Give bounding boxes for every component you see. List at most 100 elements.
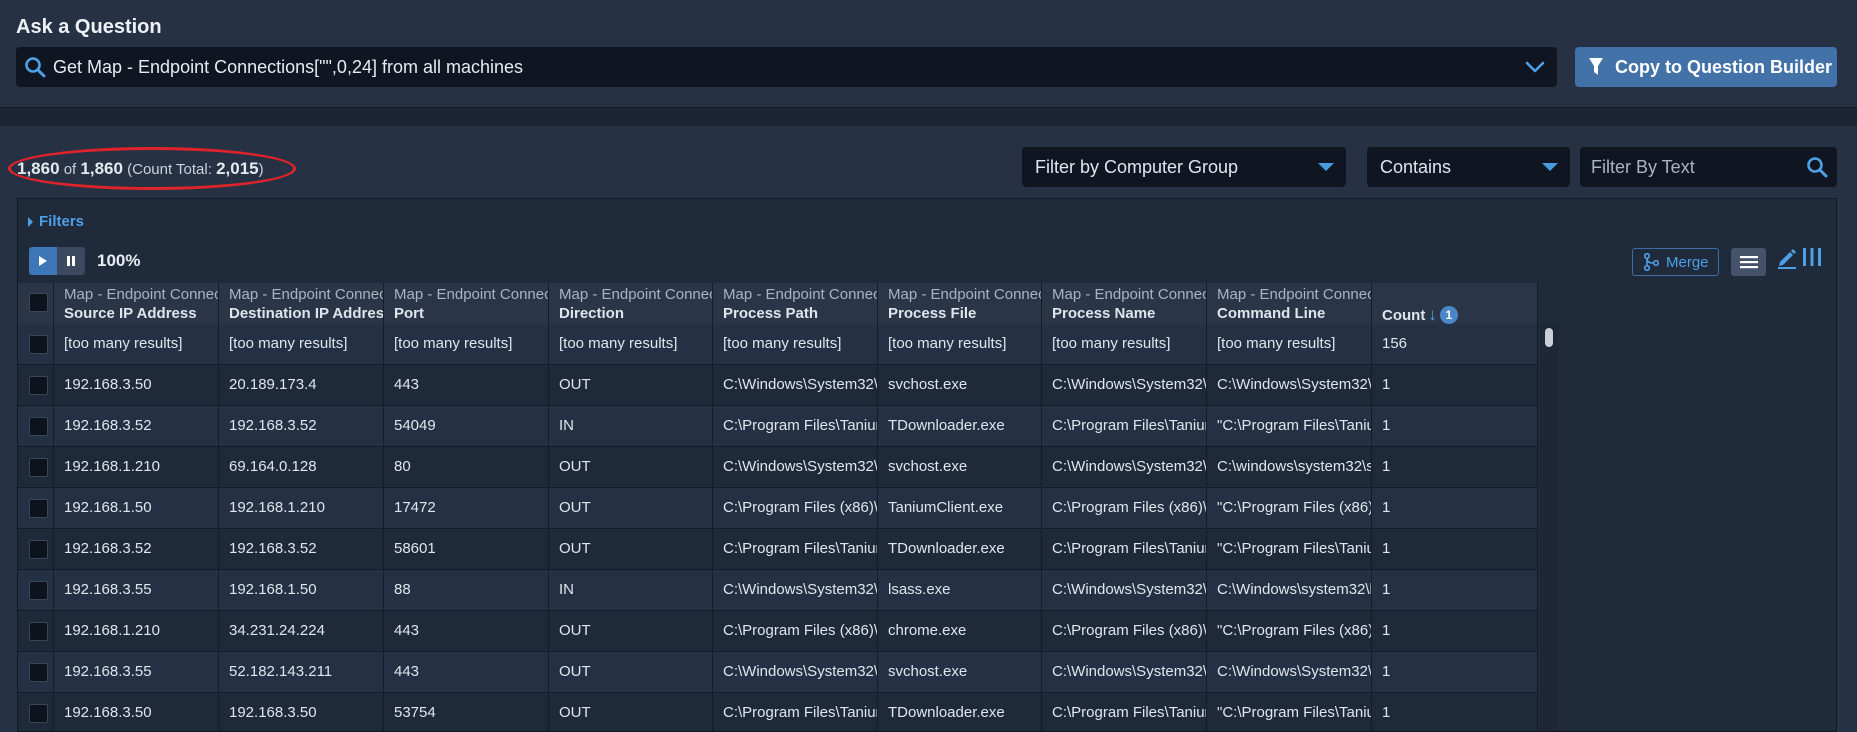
table-cell: 192.168.3.52 [54, 529, 219, 569]
table-cell: 192.168.3.50 [54, 693, 219, 731]
table-cell: TDownloader.exe [878, 406, 1042, 446]
table-cell: OUT [549, 488, 713, 528]
row-checkbox[interactable] [29, 417, 48, 436]
table-row[interactable]: 192.168.3.52 192.168.3.52 54049 IN C:\Progra… [18, 406, 1538, 447]
table-row[interactable]: 192.168.1.210 34.231.24.224 443 OUT C:\Progr… [18, 611, 1538, 652]
table-cell: chrome.exe [878, 611, 1042, 651]
column-header[interactable]: Map - Endpoint Connec... Direction [549, 283, 713, 324]
table-cell: "C:\Program Files\Tanium\Tanium [1207, 406, 1372, 446]
play-button[interactable] [29, 247, 57, 275]
cell-value: C:\Windows\System32\ [723, 458, 878, 475]
table-cell: OUT [549, 447, 713, 487]
column-label: Destination IP Address [229, 305, 384, 322]
column-header[interactable]: Map - Endpoint Connec... Process Path [713, 283, 878, 324]
column-header[interactable]: Map - Endpoint Connec... Port [384, 283, 549, 324]
table-row[interactable]: 192.168.1.210 69.164.0.128 80 OUT C:\Windows… [18, 447, 1538, 488]
table-cell: C:\windows\system32\svchost.exe [1207, 447, 1372, 487]
table-cell: TDownloader.exe [878, 529, 1042, 569]
cell-value: 156 [1382, 335, 1408, 352]
column-header[interactable]: Map - Endpoint Connec... Command Line [1207, 283, 1372, 324]
pause-button[interactable] [57, 247, 85, 275]
edit-icon[interactable] [1776, 247, 1798, 269]
select-all-checkbox[interactable] [29, 293, 48, 312]
column-header[interactable]: Map - Endpoint Connec... Process File [878, 283, 1042, 324]
column-sensor: Map - Endpoint Connec... [559, 286, 713, 303]
table-cell: C:\Windows\System32\svchost.exe [1042, 365, 1207, 405]
search-icon[interactable] [1806, 156, 1828, 178]
table-cell: [too many results] [384, 324, 549, 364]
results-grid: Filters 100% Merge Map - Endpoint Connec… [17, 198, 1837, 732]
filter-by-text-input[interactable]: Filter By Text [1580, 147, 1837, 187]
table-cell: 54049 [384, 406, 549, 446]
row-checkbox[interactable] [29, 663, 48, 682]
columns-icon[interactable] [1802, 247, 1822, 267]
table-cell: OUT [549, 693, 713, 731]
cell-value: 1 [1382, 499, 1391, 516]
row-checkbox[interactable] [29, 704, 48, 723]
table-row[interactable]: 192.168.1.50 192.168.1.210 17472 OUT C:\Prog… [18, 488, 1538, 529]
vertical-scrollbar[interactable] [1540, 324, 1558, 731]
table-cell: 80 [384, 447, 549, 487]
table-cell: 1 [1372, 652, 1538, 692]
row-checkbox[interactable] [29, 499, 48, 518]
table-cell: TDownloader.exe [878, 693, 1042, 731]
table-cell: [too many results] [54, 324, 219, 364]
table-cell: 1 [1372, 611, 1538, 651]
table-cell: C:\Windows\system32\lsass.exe [1207, 570, 1372, 610]
row-checkbox[interactable] [29, 376, 48, 395]
table-cell: C:\Windows\System32\ [713, 652, 878, 692]
cell-value: C:\Windows\System32\svchost.exe [1052, 376, 1207, 393]
question-input[interactable]: Get Map - Endpoint Connections["",0,24] … [16, 47, 1557, 87]
cell-value: OUT [559, 622, 591, 639]
computer-group-dropdown[interactable]: Filter by Computer Group [1022, 147, 1346, 187]
merge-button[interactable]: Merge [1632, 248, 1719, 276]
row-checkbox[interactable] [29, 458, 48, 477]
column-sensor: Map - Endpoint Connec... [723, 286, 878, 303]
cell-value: "C:\Program Files (x86)\Tanium [1217, 499, 1371, 516]
cell-value: 88 [394, 581, 411, 598]
column-header[interactable]: Map - Endpoint Connec... Source IP Addre… [54, 283, 219, 324]
row-select-cell [18, 365, 54, 405]
scrollbar-thumb[interactable] [1545, 328, 1553, 347]
table-cell: [too many results] [219, 324, 384, 364]
row-select-cell [18, 570, 54, 610]
copy-to-question-builder-button[interactable]: Copy to Question Builder [1575, 47, 1837, 87]
cell-value: IN [559, 417, 574, 434]
table-row[interactable]: 192.168.3.52 192.168.3.52 58601 OUT C:\Progr… [18, 529, 1538, 570]
table-row[interactable]: 192.168.3.50 20.189.173.4 443 OUT C:\Windows… [18, 365, 1538, 406]
row-checkbox[interactable] [29, 335, 48, 354]
row-checkbox[interactable] [29, 540, 48, 559]
row-checkbox[interactable] [29, 581, 48, 600]
table-row[interactable]: 192.168.3.55 192.168.1.50 88 IN C:\Windows\S… [18, 570, 1538, 611]
table-cell: [too many results] [878, 324, 1042, 364]
table-cell: 53754 [384, 693, 549, 731]
cell-value: [too many results] [394, 335, 513, 352]
table-cell: C:\Program Files\Tanium\Tanium [1042, 406, 1207, 446]
table-cell: [too many results] [549, 324, 713, 364]
table-cell: "C:\Program Files\Tanium\Tanium [1207, 693, 1372, 731]
row-select-cell [18, 529, 54, 569]
column-header[interactable]: Map - Endpoint Connec... Process Name [1042, 283, 1207, 324]
table-cell: 192.168.1.50 [54, 488, 219, 528]
column-header[interactable]: Map - Endpoint Connec... Destination IP … [219, 283, 384, 324]
table-row[interactable]: 192.168.3.55 52.182.143.211 443 OUT C:\Windo… [18, 652, 1538, 693]
filters-toggle[interactable]: Filters [28, 213, 84, 230]
cell-value: 192.168.1.210 [64, 622, 160, 639]
table-cell: 88 [384, 570, 549, 610]
cell-value: C:\Program Files\Tanium\Tanium [723, 704, 877, 721]
cell-value: C:\Windows\System32\ [723, 663, 878, 680]
table-cell: 52.182.143.211 [219, 652, 384, 692]
table-row[interactable]: 192.168.3.50 192.168.3.50 53754 OUT C:\Progr… [18, 693, 1538, 731]
table-row[interactable]: [too many results] [too many results] [too… [18, 324, 1538, 365]
table-cell: 192.168.3.55 [54, 570, 219, 610]
cell-value: C:\Windows\system32\lsass.exe [1217, 581, 1372, 598]
match-mode-dropdown[interactable]: Contains [1367, 147, 1570, 187]
list-view-button[interactable] [1731, 248, 1766, 276]
column-header-count[interactable]: Count ↓ 1 [1372, 283, 1538, 324]
cell-value: [too many results] [723, 335, 842, 352]
row-checkbox[interactable] [29, 622, 48, 641]
cell-value: "C:\Program Files\Tanium\Tanium [1217, 540, 1371, 557]
table-cell: C:\Program Files (x86)\Google [1042, 611, 1207, 651]
chevron-down-icon[interactable] [1525, 60, 1545, 74]
cell-value: [too many results] [1217, 335, 1336, 352]
